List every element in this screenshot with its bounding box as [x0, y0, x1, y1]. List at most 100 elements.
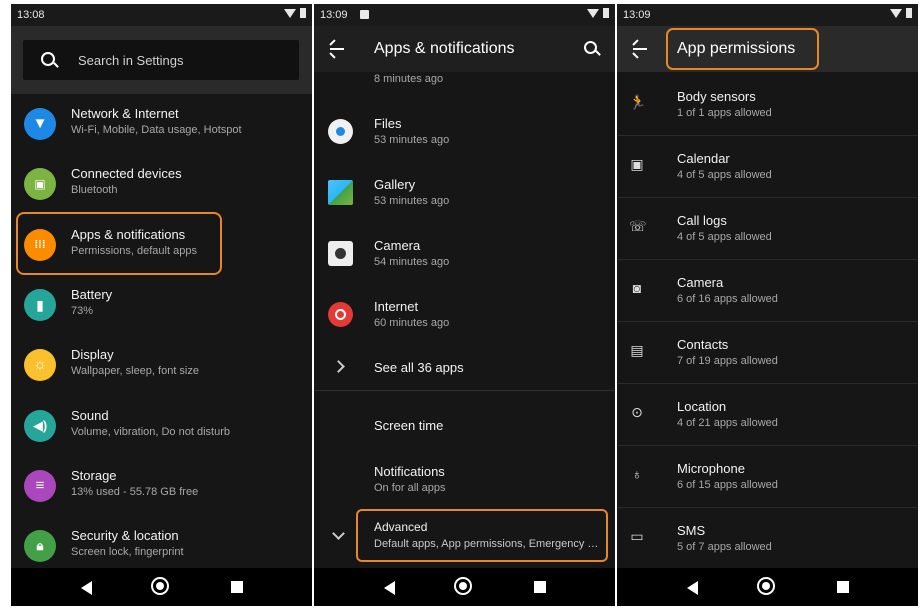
- search-input[interactable]: Search in Settings: [23, 40, 299, 80]
- contacts-icon: ▤: [630, 342, 644, 358]
- item-subtitle: Screen lock, fingerprint: [71, 546, 184, 558]
- item-subtitle: 73%: [71, 305, 94, 317]
- microphone-icon: ♁: [631, 466, 643, 482]
- settings-item-connected-devices[interactable]: ▣ Connected devices Bluetooth: [11, 154, 312, 214]
- item-subtitle: 8 minutes ago: [374, 73, 444, 85]
- item-subtitle: 4 of 5 apps allowed: [677, 169, 772, 181]
- permission-item-body-sensors[interactable]: 🏃 Body sensors 1 of 1 apps allowed: [617, 74, 918, 136]
- home-nav-icon[interactable]: [151, 577, 169, 595]
- item-title: Security & location: [71, 528, 179, 543]
- search-header: Search in Settings: [11, 26, 312, 94]
- item-subtitle: 6 of 15 apps allowed: [677, 479, 778, 491]
- item-title: Microphone: [677, 461, 745, 476]
- item-subtitle: 4 of 5 apps allowed: [677, 231, 772, 243]
- item-title: Storage: [71, 468, 117, 483]
- permission-item-contacts[interactable]: ▤ Contacts 7 of 19 apps allowed: [617, 322, 918, 384]
- back-nav-icon[interactable]: [81, 581, 92, 595]
- sms-icon: ▭: [630, 528, 644, 544]
- permission-item-sms[interactable]: ▭ SMS 5 of 7 apps allowed: [617, 508, 918, 570]
- screen-time-item[interactable]: Screen time: [314, 399, 615, 449]
- item-subtitle: 13% used - 55.78 GB free: [71, 486, 199, 498]
- item-subtitle: On for all apps: [374, 482, 446, 494]
- search-icon[interactable]: [584, 41, 597, 54]
- search-placeholder: Search in Settings: [78, 53, 184, 68]
- back-nav-icon[interactable]: [384, 581, 395, 595]
- nav-bar: [11, 568, 312, 606]
- settings-item-battery[interactable]: ▮ Battery 73%: [11, 275, 312, 335]
- battery-status-icon: [906, 8, 912, 18]
- settings-item-storage[interactable]: ≡ Storage 13% used - 55.78 GB free: [11, 456, 312, 516]
- nav-bar: [617, 568, 918, 606]
- settings-item-security[interactable]: 🔒︎ Security & location Screen lock, fing…: [11, 516, 312, 576]
- item-title: Camera: [374, 238, 421, 253]
- advanced-title: Advanced: [374, 520, 428, 534]
- notifications-item[interactable]: Notifications On for all apps: [314, 450, 615, 511]
- app-bar: Apps & notifications: [314, 26, 615, 72]
- wifi-status-icon: [890, 8, 902, 18]
- item-subtitle: Volume, vibration, Do not disturb: [71, 426, 230, 438]
- settings-item-sound[interactable]: ◀) Sound Volume, vibration, Do not distu…: [11, 396, 312, 456]
- item-title: Battery: [71, 287, 113, 302]
- permission-item-calendar[interactable]: ▣ Calendar 4 of 5 apps allowed: [617, 136, 918, 198]
- battery-icon: ▮: [24, 289, 56, 321]
- item-subtitle: 4 of 21 apps allowed: [677, 417, 778, 429]
- highlight-apps-notifications: [16, 212, 222, 275]
- item-subtitle: 53 minutes ago: [374, 195, 450, 207]
- wifi-status-icon: [284, 8, 296, 18]
- item-subtitle: Wallpaper, sleep, font size: [71, 365, 199, 377]
- app-permissions-screen: 13:09 App permissions 🏃 Body sensors 1 o…: [617, 4, 918, 606]
- calendar-icon: ▣: [630, 156, 644, 172]
- battery-status-icon: [300, 8, 306, 18]
- back-nav-icon[interactable]: [687, 581, 698, 595]
- app-item-gallery[interactable]: Gallery 53 minutes ago: [314, 163, 615, 224]
- home-nav-icon[interactable]: [757, 577, 775, 595]
- item-title: Location: [677, 399, 727, 414]
- wifi-status-icon: [587, 8, 599, 18]
- permission-item-microphone[interactable]: ♁ Microphone 6 of 15 apps allowed: [617, 446, 918, 508]
- see-all-apps-button[interactable]: See all 36 apps: [314, 341, 615, 391]
- apps-notifications-screen: 13:09 8 minutes ago Apps & notifications…: [314, 4, 615, 606]
- status-bar: 13:09: [314, 4, 615, 26]
- page-title: Apps & notifications: [374, 40, 515, 57]
- item-subtitle: 1 of 1 apps allowed: [677, 107, 772, 119]
- camera-app-icon: [328, 241, 353, 266]
- screen-time-label: Screen time: [374, 418, 444, 433]
- status-time: 13:09: [623, 9, 651, 21]
- back-arrow-icon[interactable]: [633, 48, 647, 50]
- item-title: Body sensors: [677, 89, 756, 104]
- item-title: Notifications: [374, 464, 445, 479]
- app-item-files[interactable]: Files 53 minutes ago: [314, 102, 615, 163]
- highlight-advanced: [356, 509, 608, 562]
- item-title: Internet: [374, 299, 419, 314]
- highlight-title: [666, 28, 819, 70]
- recents-nav-icon[interactable]: [534, 581, 546, 593]
- permission-item-camera[interactable]: ◙ Camera 6 of 16 apps allowed: [617, 260, 918, 322]
- recents-nav-icon[interactable]: [837, 581, 849, 593]
- settings-item-network[interactable]: ▼ Network & Internet Wi-Fi, Mobile, Data…: [11, 94, 312, 154]
- permission-item-call-logs[interactable]: ☏ Call logs 4 of 5 apps allowed: [617, 198, 918, 260]
- home-nav-icon[interactable]: [454, 577, 472, 595]
- body-sensors-icon: 🏃: [629, 94, 647, 110]
- devices-icon: ▣: [24, 168, 56, 200]
- permission-item-location[interactable]: ⊙ Location 4 of 21 apps allowed: [617, 384, 918, 446]
- back-arrow-icon[interactable]: [330, 48, 344, 50]
- item-subtitle: 60 minutes ago: [374, 317, 450, 329]
- item-subtitle: Wi-Fi, Mobile, Data usage, Hotspot: [71, 124, 242, 136]
- item-title: Calendar: [677, 151, 730, 166]
- item-title: Connected devices: [71, 166, 182, 181]
- status-bar: 13:09: [617, 4, 918, 26]
- item-subtitle: Bluetooth: [71, 184, 118, 196]
- app-item-internet[interactable]: Internet 60 minutes ago: [314, 285, 615, 346]
- settings-item-display[interactable]: ☼ Display Wallpaper, sleep, font size: [11, 335, 312, 395]
- wifi-icon: ▼: [24, 108, 56, 140]
- internet-icon: [328, 302, 353, 327]
- recents-nav-icon[interactable]: [231, 581, 243, 593]
- item-subtitle: 54 minutes ago: [374, 256, 450, 268]
- item-subtitle: 7 of 19 apps allowed: [677, 355, 778, 367]
- app-item-camera[interactable]: Camera 54 minutes ago: [314, 224, 615, 285]
- search-icon: [41, 52, 55, 66]
- item-title: SMS: [677, 523, 706, 538]
- lock-icon: 🔒︎: [24, 530, 56, 562]
- nav-bar: [314, 568, 615, 606]
- status-bar: 13:08: [11, 4, 312, 26]
